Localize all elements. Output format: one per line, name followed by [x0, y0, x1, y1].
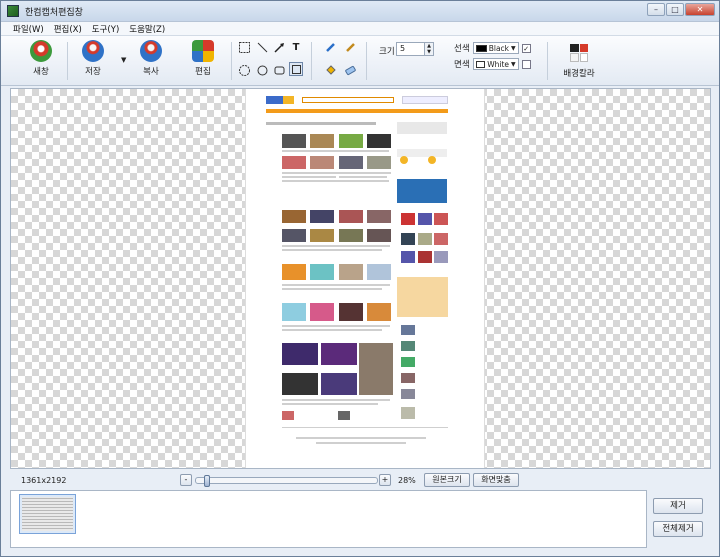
size-spinbox[interactable]: 5 ▲ ▼ — [396, 42, 434, 56]
thumbnail-tray — [10, 490, 647, 548]
close-button[interactable]: ✕ — [685, 3, 715, 16]
zoom-slider-handle[interactable] — [204, 475, 210, 487]
captured-image[interactable] — [245, 89, 485, 468]
menu-bar: 파일(W) 편집(X) 도구(Y) 도움말(Z) — [1, 22, 719, 36]
fill-color-checkbox[interactable] — [521, 59, 531, 69]
new-window-button[interactable]: 새창 — [19, 40, 63, 77]
canvas-area[interactable] — [10, 88, 711, 469]
line-color-value: Black — [488, 43, 510, 53]
toolbar-divider — [67, 42, 68, 80]
image-dimensions: 1361x2192 — [21, 476, 67, 485]
original-size-button[interactable]: 원본크기 — [424, 473, 470, 487]
remove-all-button[interactable]: 전체제거 — [653, 521, 703, 537]
rectangle-tool-icon[interactable] — [289, 62, 303, 76]
toolbar-divider — [231, 42, 232, 80]
pen-tool-icon[interactable] — [323, 40, 337, 54]
window-title: 한컴캡처편집창 — [25, 7, 83, 18]
new-window-icon — [30, 40, 52, 62]
remove-button[interactable]: 제거 — [653, 498, 703, 514]
line-tool-icon[interactable] — [255, 40, 269, 54]
edit-button[interactable]: 편집 — [181, 40, 225, 77]
color-palette-icon — [570, 44, 588, 62]
line-color-checkbox[interactable]: ✓ — [521, 43, 531, 53]
zoom-slider[interactable] — [195, 475, 378, 487]
save-label: 저장 — [85, 67, 101, 77]
zoom-in-button[interactable]: + — [379, 474, 391, 486]
copy-button[interactable]: 복사 — [129, 40, 173, 77]
status-row: 1361x2192 - + 28% 원본크기 화면맞춤 — [10, 473, 711, 487]
fill-color-select[interactable]: White ▼ — [472, 58, 519, 70]
line-color-swatch — [475, 44, 487, 52]
zoom-percent: 28% — [398, 476, 416, 485]
zoom-out-button[interactable]: - — [180, 474, 192, 486]
app-icon — [7, 5, 19, 17]
arrow-tool-icon[interactable] — [272, 40, 286, 54]
brush-tool-icon[interactable] — [343, 40, 357, 54]
size-value: 5 — [400, 44, 406, 53]
save-button[interactable]: 저장 — [71, 40, 115, 77]
fill-color-swatch — [475, 60, 486, 68]
size-label: 크기 — [379, 47, 395, 57]
edit-label: 편집 — [195, 67, 211, 77]
background-color-label: 배경칼라 — [563, 69, 595, 79]
fill-color-row: 면색 White ▼ — [454, 58, 531, 70]
captured-page-content — [266, 122, 448, 444]
edit-icon — [192, 40, 214, 62]
background-color-button[interactable]: 배경칼라 — [559, 44, 599, 79]
copy-icon — [140, 40, 162, 62]
line-color-row: 선색 Black ▼ ✓ — [454, 42, 531, 54]
copy-label: 복사 — [143, 67, 159, 77]
fill-bucket-tool-icon[interactable] — [323, 63, 337, 77]
circle-tool-icon[interactable] — [255, 63, 269, 77]
line-color-select[interactable]: Black ▼ — [472, 42, 519, 54]
fit-screen-button[interactable]: 화면맞춤 — [473, 473, 519, 487]
toolbar-divider — [366, 42, 367, 80]
toolbar: 새창 저장 ▼ 복사 편집 T 크기 5 ▲ ▼ 선색 Black ▼ ✓ 면색… — [1, 36, 719, 86]
chevron-down-icon: ▼ — [511, 60, 516, 68]
menu-file[interactable]: 파일(W) — [13, 23, 44, 35]
fill-color-label: 면색 — [454, 60, 470, 70]
toolbar-divider — [547, 42, 548, 80]
minimize-button[interactable]: – — [647, 3, 665, 16]
save-dropdown-arrow-icon[interactable]: ▼ — [121, 56, 126, 64]
size-spinner-arrows-icon[interactable]: ▲ ▼ — [424, 43, 433, 55]
new-window-label: 새창 — [33, 67, 49, 77]
capture-editor-window: 한컴캡처편집창 – □ ✕ 파일(W) 편집(X) 도구(Y) 도움말(Z) 새… — [0, 0, 720, 557]
chevron-down-icon: ▼ — [511, 44, 516, 52]
menu-edit[interactable]: 편집(X) — [54, 23, 82, 35]
save-icon — [82, 40, 104, 62]
line-color-label: 선색 — [454, 44, 470, 54]
rect-select-tool-icon[interactable] — [237, 40, 251, 54]
thumbnail-item[interactable] — [19, 494, 76, 534]
menu-tools[interactable]: 도구(Y) — [92, 23, 119, 35]
text-tool-icon[interactable]: T — [289, 40, 303, 54]
menu-help[interactable]: 도움말(Z) — [129, 23, 165, 35]
rounded-rect-tool-icon[interactable] — [272, 63, 286, 77]
eraser-tool-icon[interactable] — [343, 63, 357, 77]
fill-color-value: White — [487, 59, 510, 69]
maximize-button[interactable]: □ — [666, 3, 684, 16]
title-bar[interactable]: 한컴캡처편집창 – □ ✕ — [1, 1, 719, 22]
toolbar-divider — [311, 42, 312, 80]
thumbnail-preview — [22, 497, 73, 531]
ellipse-select-tool-icon[interactable] — [237, 63, 251, 77]
